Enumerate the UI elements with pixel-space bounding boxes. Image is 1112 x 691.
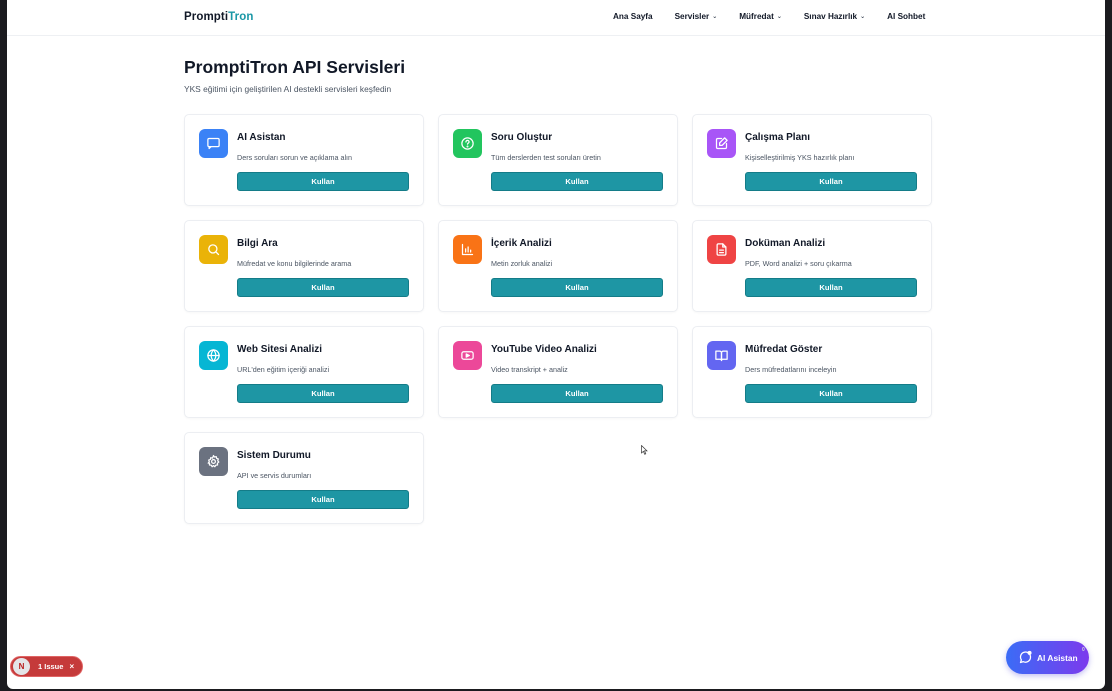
use-button[interactable]: Kullan [237,172,409,191]
settings-icon [199,447,228,476]
app-viewport: PromptiTron Ana Sayfa Servisler ⌄ Müfreda… [7,0,1105,689]
card-title: AI Asistan [237,132,286,143]
card-title: Web Sitesi Analizi [237,344,323,355]
nav-label: Sınav Hazırlık [803,12,858,21]
issue-count-label: 1 Issue [38,662,64,671]
service-card-dokuman-analizi: Doküman Analizi PDF, Word analizi + soru… [692,220,932,312]
chevron-down-icon: ⌄ [776,14,782,20]
book-open-icon [707,341,736,370]
chevron-down-icon: ⌄ [860,14,866,20]
nav-ai-sohbet[interactable]: AI Sohbet [887,12,925,21]
nav-label: Servisler [674,12,710,21]
mouse-cursor-icon [641,445,648,455]
use-button[interactable]: Kullan [237,384,409,403]
brand-logo[interactable]: PromptiTron [184,11,253,23]
card-description: Ders müfredatlarını inceleyin [745,365,837,374]
card-description: Metin zorluk analizi [491,259,553,268]
ai-assistant-label: AI Asistan [1037,652,1078,663]
card-title: Müfredat Göster [745,344,823,355]
page-subtitle: YKS eğitimi için geliştirilen AI destekl… [184,84,392,94]
use-button[interactable]: Kullan [745,278,917,297]
card-title: YouTube Video Analizi [491,344,597,355]
card-description: Kişiselleştirilmiş YKS hazırlık planı [745,153,855,162]
card-description: PDF, Word analizi + soru çıkarma [745,259,852,268]
help-circle-icon [453,129,482,158]
card-title: Çalışma Planı [745,132,811,143]
document-icon [707,235,736,264]
nav-mufredat[interactable]: Müfredat ⌄ [739,12,782,21]
globe-icon [199,341,228,370]
nextjs-logo-icon: N [13,658,30,675]
top-navigation: PromptiTron Ana Sayfa Servisler ⌄ Müfreda… [7,0,1105,36]
nav-servisler[interactable]: Servisler ⌄ [675,12,718,21]
page-title: PromptiTron API Servisleri [184,57,406,77]
brand-suffix: Tron [228,11,254,23]
card-title: Bilgi Ara [237,238,278,249]
notification-indicator: 0 [1082,647,1085,653]
message-bubble-icon [1019,650,1032,664]
use-button[interactable]: Kullan [491,384,663,403]
chevron-down-icon: ⌄ [712,14,718,20]
card-description: API ve servis durumları [237,471,312,480]
card-description: Tüm derslerden test soruları üretin [491,153,601,162]
use-button[interactable]: Kullan [237,278,409,297]
card-title: İçerik Analizi [491,238,552,249]
service-card-web-sitesi-analizi: Web Sitesi Analizi URL'den eğitim içeriğ… [184,326,424,418]
use-button[interactable]: Kullan [491,172,663,191]
service-card-sistem-durumu: Sistem Durumu API ve servis durumları Ku… [184,432,424,524]
close-icon[interactable]: × [69,662,74,671]
use-button[interactable]: Kullan [745,172,917,191]
card-title: Sistem Durumu [237,450,311,461]
service-card-icerik-analizi: İçerik Analizi Metin zorluk analizi Kull… [438,220,678,312]
card-description: Video transkript + analiz [491,365,568,374]
issues-badge[interactable]: N 1 Issue × [10,656,83,677]
use-button[interactable]: Kullan [491,278,663,297]
chat-icon [199,129,228,158]
brand-prefix: Prompti [184,11,229,23]
service-card-ai-asistan: AI Asistan Ders soruları sorun ve açıkla… [184,114,424,206]
use-button[interactable]: Kullan [745,384,917,403]
service-card-soru-olustur: Soru Oluştur Tüm derslerden test sorular… [438,114,678,206]
nav-ana-sayfa[interactable]: Ana Sayfa [613,12,653,21]
nav-label: Ana Sayfa [613,12,653,21]
card-description: Müfredat ve konu bilgilerinde arama [237,259,352,268]
nav-sinav-hazirlik[interactable]: Sınav Hazırlık ⌄ [804,12,865,21]
card-description: URL'den eğitim içeriği analizi [237,365,330,374]
edit-note-icon [707,129,736,158]
youtube-icon [453,341,482,370]
service-card-mufredat-goster: Müfredat Göster Ders müfredatlarını ince… [692,326,932,418]
nav-label: AI Sohbet [887,12,926,21]
card-title: Soru Oluştur [491,132,553,143]
use-button[interactable]: Kullan [237,490,409,509]
service-card-calisma-plani: Çalışma Planı Kişiselleştirilmiş YKS haz… [692,114,932,206]
service-card-youtube-video-analizi: YouTube Video Analizi Video transkript +… [438,326,678,418]
bar-chart-icon [453,235,482,264]
card-description: Ders soruları sorun ve açıklama alın [237,153,353,162]
main-nav: Ana Sayfa Servisler ⌄ Müfredat ⌄ Sınav Haz… [613,12,925,21]
nav-label: Müfredat [739,12,774,21]
card-title: Doküman Analizi [745,238,826,249]
ai-assistant-button[interactable]: AI Asistan 0 [1006,641,1089,674]
service-card-bilgi-ara: Bilgi Ara Müfredat ve konu bilgilerinde … [184,220,424,312]
search-icon [199,235,228,264]
